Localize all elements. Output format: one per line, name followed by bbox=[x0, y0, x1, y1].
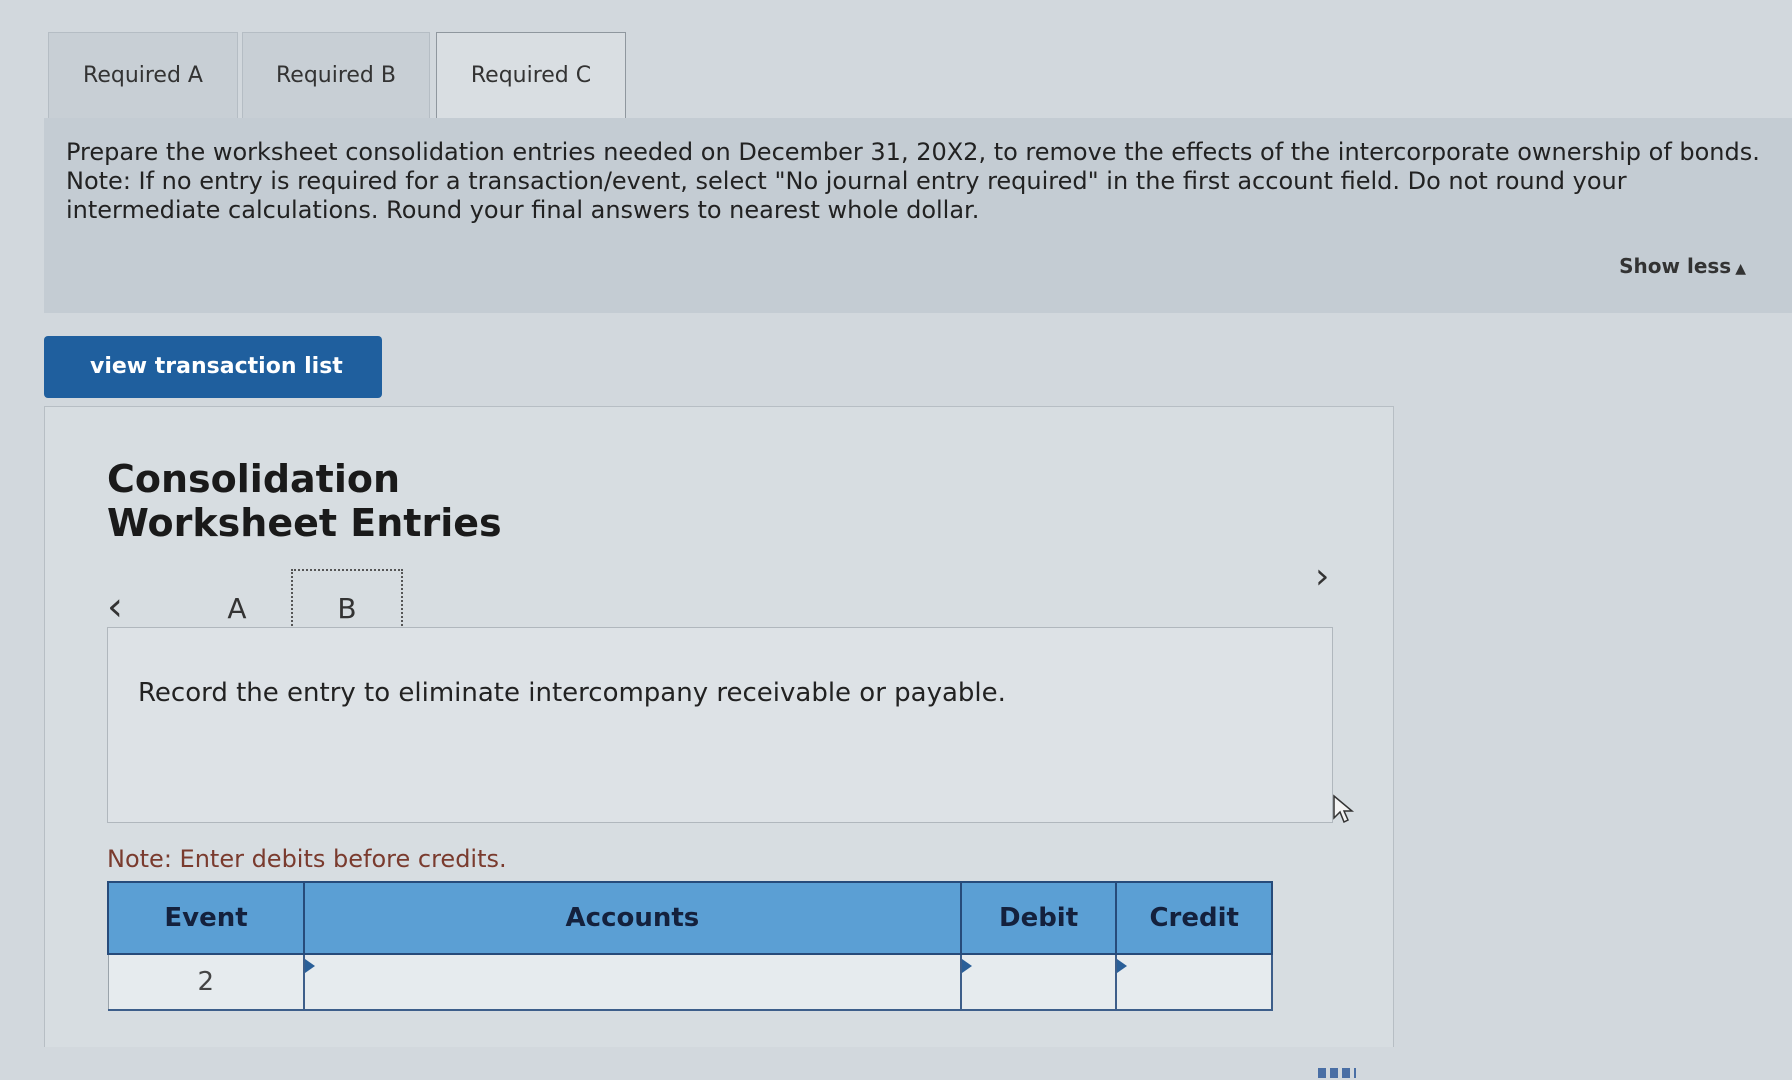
view-transaction-list-button[interactable]: view transaction list bbox=[44, 336, 382, 398]
requirement-tabs: Required A Required B Required C bbox=[48, 32, 1792, 119]
instructions-text: Prepare the worksheet consolidation entr… bbox=[66, 138, 1760, 166]
column-header-debit: Debit bbox=[959, 881, 1118, 955]
triangle-up-icon: ▲ bbox=[1735, 261, 1746, 277]
tab-required-b[interactable]: Required B bbox=[242, 32, 430, 118]
column-header-credit: Credit bbox=[1115, 881, 1273, 955]
input-marker-icon bbox=[961, 959, 972, 973]
journal-entry-table: Event Accounts Debit Credit 2 bbox=[106, 881, 1273, 1011]
tab-required-a[interactable]: Required A bbox=[48, 32, 238, 118]
input-marker-icon bbox=[1117, 959, 1128, 973]
scroll-indicator bbox=[1318, 1068, 1356, 1078]
chevron-left-icon[interactable]: ‹ bbox=[107, 587, 123, 627]
entry-description: Record the entry to eliminate intercompa… bbox=[107, 627, 1333, 823]
account-select[interactable] bbox=[303, 953, 962, 1011]
mouse-pointer-icon bbox=[1333, 794, 1355, 824]
credit-input[interactable] bbox=[1115, 953, 1273, 1011]
column-header-event: Event bbox=[106, 881, 306, 955]
instructions-note: Note: If no entry is required for a tran… bbox=[66, 167, 1627, 224]
show-less-label: Show less bbox=[1619, 254, 1732, 278]
worksheet-title: Consolidation Worksheet Entries bbox=[107, 457, 502, 545]
column-header-accounts: Accounts bbox=[303, 881, 962, 955]
show-less-link[interactable]: Show less ▲ bbox=[1619, 252, 1746, 284]
event-cell: 2 bbox=[107, 953, 306, 1011]
table-row: 2 bbox=[107, 953, 1273, 1011]
instructions-panel: Prepare the worksheet consolidation entr… bbox=[44, 118, 1792, 313]
entry-description-text: Record the entry to eliminate intercompa… bbox=[138, 678, 1006, 708]
chevron-right-icon[interactable]: › bbox=[1315, 557, 1329, 597]
debit-input[interactable] bbox=[959, 953, 1118, 1011]
dropdown-marker-icon bbox=[305, 959, 316, 973]
debit-credit-note: Note: Enter debits before credits. bbox=[107, 845, 507, 873]
worksheet-panel: Consolidation Worksheet Entries ‹ A B › … bbox=[44, 406, 1394, 1047]
tab-required-c[interactable]: Required C bbox=[436, 32, 626, 119]
